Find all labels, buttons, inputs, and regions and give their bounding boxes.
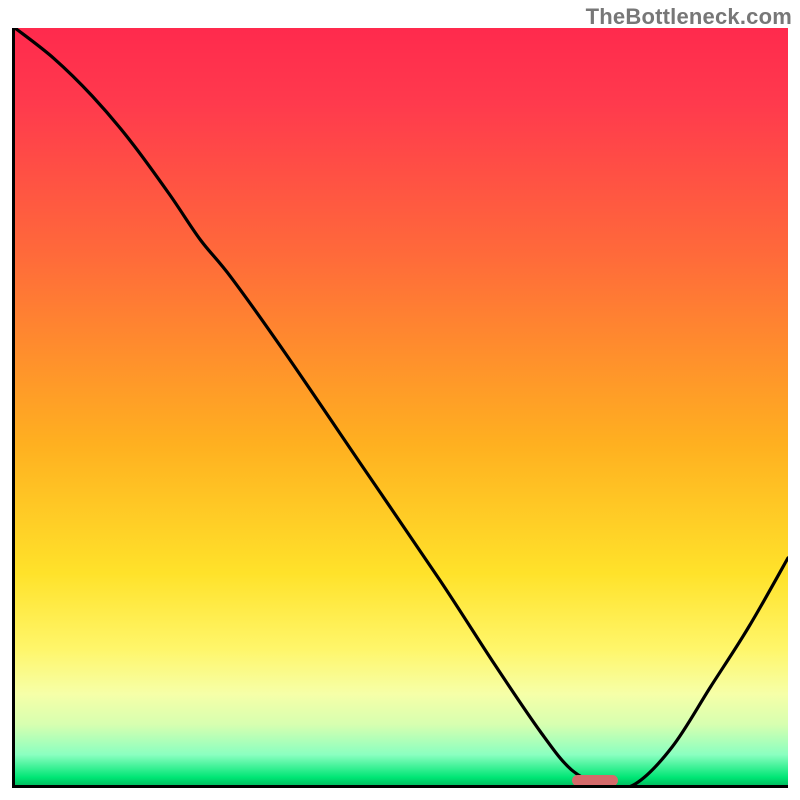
- optimal-marker: [572, 775, 618, 786]
- chart-frame: TheBottleneck.com: [0, 0, 800, 800]
- watermark-text: TheBottleneck.com: [586, 4, 792, 30]
- plot-area: [12, 28, 788, 788]
- bottleneck-curve: [15, 28, 788, 785]
